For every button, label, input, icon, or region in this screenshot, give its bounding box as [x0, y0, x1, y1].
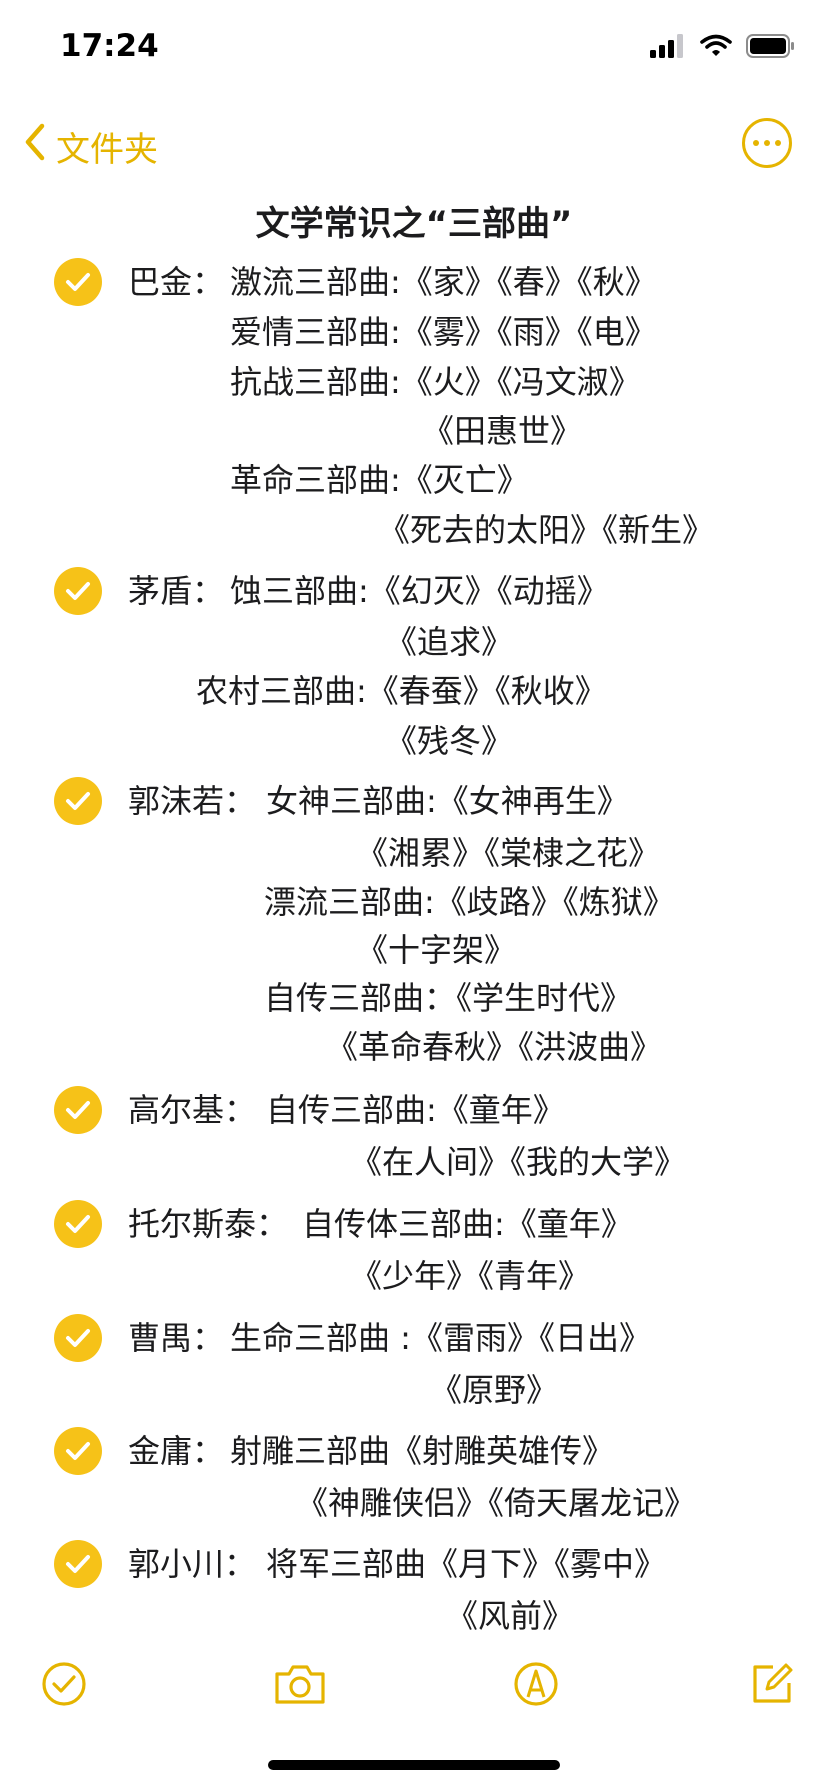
trilogy-line: 《死去的太阳》《新生》: [378, 511, 715, 549]
checklist-icon: [41, 1661, 87, 1711]
trilogy-line: 《少年》《青年》: [350, 1257, 591, 1295]
author-name: 茅盾：: [128, 572, 225, 610]
trilogy-line: 漂流三部曲:《歧路》《炼狱》: [264, 883, 675, 921]
camera-button[interactable]: [272, 1658, 328, 1714]
trilogy-line: 自传三部曲：《学生时代》: [264, 979, 633, 1017]
trilogy-line: 《革命春秋》《洪波曲》: [326, 1028, 663, 1066]
trilogy-line: 《原野》: [430, 1371, 559, 1409]
trilogy-line: 女神三部曲:《女神再生》: [266, 782, 629, 820]
trilogy-line: 《神雕侠侣》《倚天屠龙记》: [296, 1484, 697, 1522]
trilogy-line: 农村三部曲:《春蚕》《秋收》: [196, 672, 607, 710]
trilogy-line: 自传体三部曲:《童年》: [302, 1205, 633, 1243]
trilogy-line: 《十字架》: [356, 931, 517, 969]
trilogy-line: 生命三部曲 :《雷雨》《日出》: [230, 1319, 651, 1357]
trilogy-line: 《在人间》《我的大学》: [350, 1143, 687, 1181]
compose-icon: [749, 1661, 795, 1711]
checkbox-checked[interactable]: [54, 777, 102, 825]
checkbox-checked[interactable]: [54, 1540, 102, 1588]
trilogy-line: 《残冬》: [385, 722, 514, 760]
home-indicator: [268, 1760, 560, 1770]
trilogy-line: 《田惠世》: [422, 412, 583, 450]
trilogy-line: 《湘累》《棠棣之花》: [356, 834, 661, 872]
compose-button[interactable]: [744, 1658, 800, 1714]
author-name: 托尔斯泰：: [128, 1205, 289, 1243]
trilogy-line: 爱情三部曲:《雾》《雨》《电》: [230, 313, 657, 351]
note-title: 文学常识之“三部曲”: [255, 204, 573, 244]
checkbox-checked[interactable]: [54, 1314, 102, 1362]
checklist-button[interactable]: [36, 1658, 92, 1714]
trilogy-line: 将军三部曲《月下》《雾中》: [266, 1545, 667, 1583]
trilogy-line: 自传三部曲:《童年》: [266, 1091, 565, 1129]
trilogy-line: 抗战三部曲:《火》《冯文淑》: [230, 363, 641, 401]
trilogy-line: 《风前》: [446, 1597, 575, 1635]
checkbox-checked[interactable]: [54, 258, 102, 306]
author-name: 金庸：: [128, 1432, 225, 1470]
checkbox-checked[interactable]: [54, 567, 102, 615]
checkbox-checked[interactable]: [54, 1200, 102, 1248]
markup-button[interactable]: [508, 1658, 564, 1714]
author-name: 曹禺：: [128, 1319, 225, 1357]
trilogy-line: 射雕三部曲《射雕英雄传》: [230, 1432, 615, 1470]
checkbox-checked[interactable]: [54, 1427, 102, 1475]
camera-icon: [273, 1662, 327, 1710]
author-name: 郭小川：: [128, 1545, 257, 1583]
bottom-toolbar: [0, 1640, 828, 1750]
checkbox-checked[interactable]: [54, 1086, 102, 1134]
trilogy-line: 革命三部曲:《灭亡》: [230, 461, 529, 499]
author-name: 郭沫若：: [128, 782, 257, 820]
author-name: 巴金：: [128, 263, 225, 301]
trilogy-line: 《追求》: [385, 623, 514, 661]
trilogy-line: 激流三部曲:《家》《春》《秋》: [230, 263, 657, 301]
trilogy-line: 蚀三部曲:《幻灭》《动摇》: [230, 572, 609, 610]
author-name: 高尔基：: [128, 1091, 257, 1129]
markup-icon: [513, 1661, 559, 1711]
note-content[interactable]: 文学常识之“三部曲” 巴金： 激流三部曲:《家》《春》《秋》 爱情三部曲:《雾》…: [0, 0, 828, 1640]
